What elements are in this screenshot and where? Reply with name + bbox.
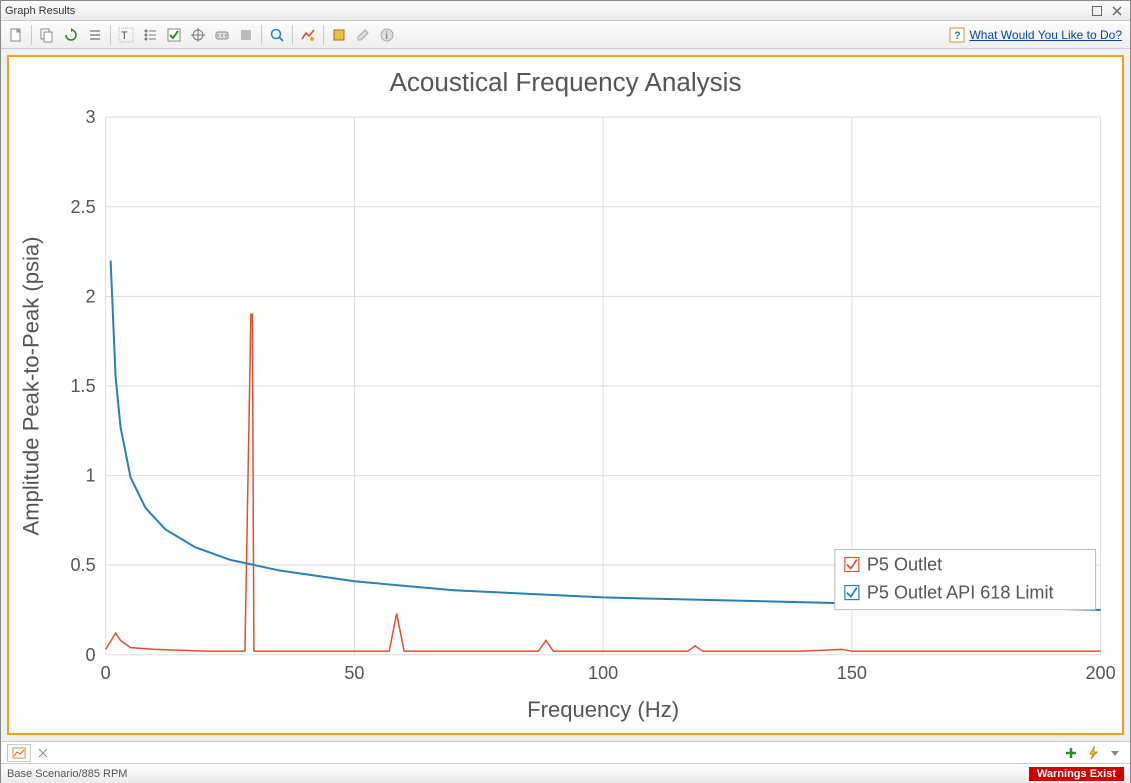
x-tick-label: 150 [837, 663, 867, 683]
info-icon[interactable]: i [376, 24, 398, 46]
plus-icon [1064, 746, 1078, 760]
x-tick-label: 50 [344, 663, 364, 683]
chart-container: Acoustical Frequency Analysis 0 0.5 1 1.5 2 2.… [7, 55, 1124, 735]
dropdown-button[interactable] [1106, 744, 1124, 762]
add-icon[interactable] [328, 24, 350, 46]
new-icon[interactable] [5, 24, 27, 46]
y-tick-label: 1.5 [71, 376, 96, 396]
y-tick-label: 0.5 [71, 555, 96, 575]
chart-title: Acoustical Frequency Analysis [389, 67, 741, 97]
toolbar: T i ? What Would You Like to Do? [1, 21, 1130, 49]
svg-text:?: ? [954, 30, 961, 42]
graph-tab-icon [12, 747, 26, 759]
format-icon[interactable] [297, 24, 319, 46]
tab-close-button[interactable] [35, 745, 51, 761]
x-tick-label: 0 [101, 663, 111, 683]
edit-icon[interactable] [352, 24, 374, 46]
y-tick-label: 0 [86, 645, 96, 665]
zoom-icon[interactable] [266, 24, 288, 46]
help-icon: ? [949, 27, 965, 43]
tabbar [1, 741, 1130, 763]
titlebar: Graph Results [1, 1, 1130, 21]
scenario-text: Base Scenario/885 RPM [7, 768, 127, 780]
window-title: Graph Results [5, 5, 75, 17]
y-tick-label: 3 [86, 107, 96, 127]
chevron-down-icon [1110, 748, 1120, 758]
copy-icon[interactable] [36, 24, 58, 46]
stop-icon[interactable] [235, 24, 257, 46]
svg-text:i: i [385, 31, 388, 42]
crosshair-icon[interactable] [187, 24, 209, 46]
window-maximize-button[interactable] [1088, 4, 1106, 18]
legend-label: P5 Outlet [867, 555, 942, 575]
close-icon [38, 748, 48, 758]
warnings-badge[interactable]: Warnings Exist [1029, 767, 1124, 781]
chart[interactable]: Acoustical Frequency Analysis 0 0.5 1 1.5 2 2.… [9, 57, 1122, 733]
lightning-button[interactable] [1084, 744, 1102, 762]
data-icon[interactable] [211, 24, 233, 46]
add-tab-button[interactable] [1062, 744, 1080, 762]
graph-tab[interactable] [7, 744, 31, 762]
help-link-text: What Would You Like to Do? [969, 28, 1122, 42]
y-tick-label: 1 [86, 466, 96, 486]
checkbox-icon[interactable] [163, 24, 185, 46]
refresh-icon[interactable] [60, 24, 82, 46]
help-link[interactable]: ? What Would You Like to Do? [949, 27, 1122, 43]
text-tool-icon[interactable]: T [115, 24, 137, 46]
legend-label: P5 Outlet API 618 Limit [867, 583, 1054, 603]
x-axis-label: Frequency (Hz) [527, 697, 679, 722]
outline-list-icon[interactable] [139, 24, 161, 46]
x-tick-label: 100 [588, 663, 618, 683]
warnings-text: Warnings Exist [1037, 768, 1116, 780]
y-axis-label: Amplitude Peak-to-Peak (psia) [18, 236, 43, 535]
y-tick-label: 2 [86, 286, 96, 306]
statusbar: Base Scenario/885 RPM Warnings Exist [1, 763, 1130, 783]
list-view-icon[interactable] [84, 24, 106, 46]
x-tick-label: 200 [1086, 663, 1116, 683]
y-tick-label: 2.5 [71, 197, 96, 217]
svg-text:T: T [121, 30, 128, 42]
window-close-button[interactable] [1108, 4, 1126, 18]
lightning-icon [1086, 746, 1100, 760]
